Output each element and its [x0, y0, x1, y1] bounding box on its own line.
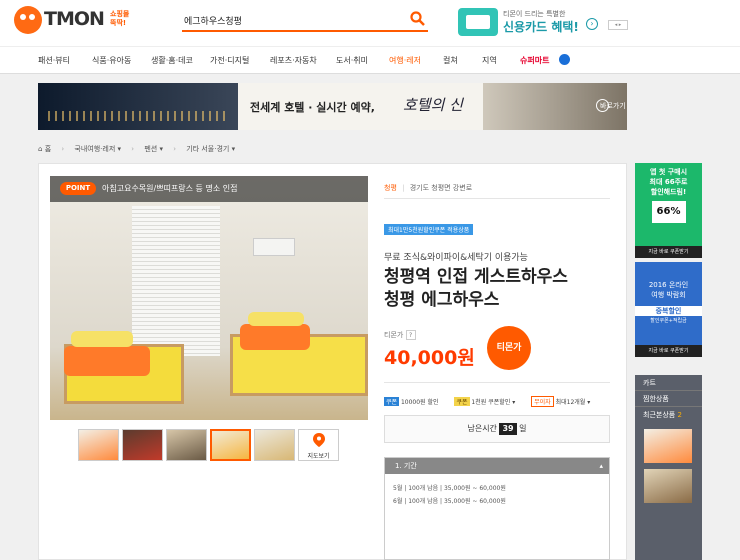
location-row: 청평 | 경기도 청평면 강변로 — [384, 184, 473, 192]
point-text: 아침고요수목원/쁘띠프랑스 등 명소 인접 — [102, 184, 238, 193]
tmon-price-badge: 티몬가 — [487, 326, 531, 370]
banner-brand: 호텔의 신 — [403, 96, 463, 114]
remaining-days: 39 — [499, 423, 517, 435]
thumbnail-4-selected[interactable] — [210, 429, 251, 461]
search-icon[interactable] — [410, 11, 425, 26]
breadcrumb-item-region[interactable]: 기타 서울·경기 — [186, 145, 229, 153]
banner-arrow-icon[interactable]: › — [596, 99, 609, 112]
product-photo[interactable]: POINT 아침고요수목원/쁘띠프랑스 등 명소 인접 — [50, 176, 368, 420]
benefits-row: 쿠폰 10000원 할인 쿠폰 1천원 쿠폰할인 ▾ 무이자 최대12개월 ▾ — [384, 396, 590, 407]
breadcrumb-item-pension[interactable]: 펜션 — [144, 145, 157, 153]
thumbnail-1[interactable] — [78, 429, 119, 461]
coupon2-icon: 쿠폰 — [454, 397, 470, 406]
breadcrumb-home[interactable]: 홈 — [45, 145, 51, 153]
product-price: 40,000원 — [384, 347, 475, 369]
coupon2-text[interactable]: 1천원 쿠폰할인 ▾ — [471, 399, 515, 406]
chevron-right-icon[interactable]: › — [586, 18, 598, 30]
location-tag[interactable]: 청평 — [384, 184, 397, 192]
logo-tagline: 쇼핑몰 뚝딱! — [110, 10, 130, 27]
recent-item-2[interactable] — [644, 469, 692, 503]
side-ad-app[interactable]: 앱 첫 구매시 최대 66주로 할인해드림! 66% 지금 바로 쿠폰받기 — [635, 163, 702, 258]
banner-text: 전세계 호텔 · 실시간 예약, — [250, 101, 375, 114]
thumbnail-2[interactable] — [122, 429, 163, 461]
breadcrumb-item-travel[interactable]: 국내여행·레저 — [74, 145, 115, 153]
hotel-banner[interactable]: 전세계 호텔 · 실시간 예약, 호텔의 신 바로가기 — [38, 83, 627, 130]
option-box: 1. 기간 ▴ 5월 | 100개 남음 | 35,000원 ~ 60,000원… — [384, 457, 610, 560]
thumbnail-5[interactable] — [254, 429, 295, 461]
air-conditioner — [253, 238, 295, 256]
product-subtitle: 무료 조식&와이파이&세탁기 이용가능 — [384, 253, 528, 263]
breadcrumb: ⌂ 홈 › 국내여행·레저 ▾ › 펜션 ▾ › 기타 서울·경기 ▾ — [38, 145, 236, 153]
pillow-right — [248, 312, 304, 326]
nav-item-living[interactable]: 생활·홈·데코 — [151, 55, 193, 66]
divider — [384, 382, 610, 383]
option-row[interactable]: 6월 | 100개 남음 | 35,000원 ~ 60,000원 — [393, 495, 609, 508]
nav-item-digital[interactable]: 가전·디지털 — [210, 55, 249, 66]
installment-tag: 무이자 — [531, 396, 554, 407]
promo-pager[interactable]: ◂ ▸ — [608, 20, 628, 30]
search-box[interactable]: 에그하우스청평 — [182, 10, 428, 32]
nav-item-food[interactable]: 식품·유아동 — [92, 55, 131, 66]
price-info-icon[interactable]: ? — [405, 330, 416, 340]
chevron-up-icon[interactable]: ▴ — [599, 458, 603, 474]
side-panel: 카트 찜한상품 최근본상품 2 — [635, 375, 702, 560]
map-pin-icon — [312, 433, 325, 447]
divider — [384, 198, 610, 199]
pillow-left — [71, 331, 133, 347]
logo[interactable]: TMON — [44, 8, 105, 30]
location-text: 경기도 청평면 강변로 — [409, 184, 473, 192]
supermart-icon — [559, 54, 570, 65]
side-wishlist[interactable]: 찜한상품 — [635, 391, 702, 407]
coupon-badge: 최대1만5천원할인쿠폰 적용상품 — [384, 224, 474, 235]
nav-item-local[interactable]: 지역 — [482, 55, 497, 66]
side-ad-percent: 66% — [651, 201, 686, 223]
side-ad-travel-fair[interactable]: 2016 온라인 여행 박람회 중복할인 할인쿠폰+적립금 지금 바로 쿠폰받기 — [635, 262, 702, 357]
side-recent[interactable]: 최근본상품 2 — [635, 407, 702, 423]
nav-item-travel[interactable]: 여행·레저 — [389, 55, 421, 66]
nav-item-books[interactable]: 도서·취미 — [336, 55, 368, 66]
coupon-text[interactable]: 10000원 할인 — [401, 399, 439, 406]
nav-item-culture[interactable]: 컬쳐 — [443, 55, 458, 66]
card-promo-icon — [458, 8, 498, 36]
recent-item-1[interactable] — [644, 429, 692, 463]
option-row[interactable]: 5월 | 100개 남음 | 35,000원 ~ 60,000원 — [393, 482, 609, 495]
point-badge: POINT — [60, 182, 96, 195]
map-button[interactable]: 지도보기 — [298, 429, 339, 461]
nav-item-sports[interactable]: 레포츠·자동차 — [270, 55, 317, 66]
thumbnail-3[interactable] — [166, 429, 207, 461]
coupon-icon: 쿠폰 — [384, 397, 400, 406]
nav-item-fashion[interactable]: 패션·뷰티 — [38, 55, 70, 66]
window-blinds — [132, 206, 220, 356]
blanket-right — [240, 324, 310, 350]
header: TMON 쇼핑몰 뚝딱! 에그하우스청평 티몬이 드리는 특별한 신용카드 혜택!… — [0, 0, 740, 46]
promo-line2[interactable]: 신용카드 혜택! — [503, 18, 579, 35]
home-icon[interactable]: ⌂ — [38, 145, 42, 153]
category-nav: 패션·뷰티 식품·유아동 생활·홈·데코 가전·디지털 레포츠·자동차 도서·취… — [0, 46, 740, 74]
nav-item-supermart[interactable]: 슈퍼마트 — [520, 55, 549, 66]
search-input[interactable]: 에그하우스청평 — [184, 14, 242, 27]
option-header[interactable]: 1. 기간 ▴ — [385, 458, 609, 474]
mascot-icon — [14, 6, 42, 34]
product-title: 청평역 인접 게스트하우스 청평 에그하우스 — [384, 267, 568, 310]
blanket-left — [64, 346, 150, 376]
banner-city-image — [38, 83, 238, 130]
installment-text[interactable]: 최대12개월 ▾ — [556, 399, 591, 406]
option-list: 5월 | 100개 남음 | 35,000원 ~ 60,000원 6월 | 10… — [385, 474, 609, 508]
price-label: 티몬가 ? — [384, 330, 416, 340]
remaining-time: 남은시간 39 일 — [384, 415, 610, 443]
side-cart[interactable]: 카트 — [635, 375, 702, 391]
